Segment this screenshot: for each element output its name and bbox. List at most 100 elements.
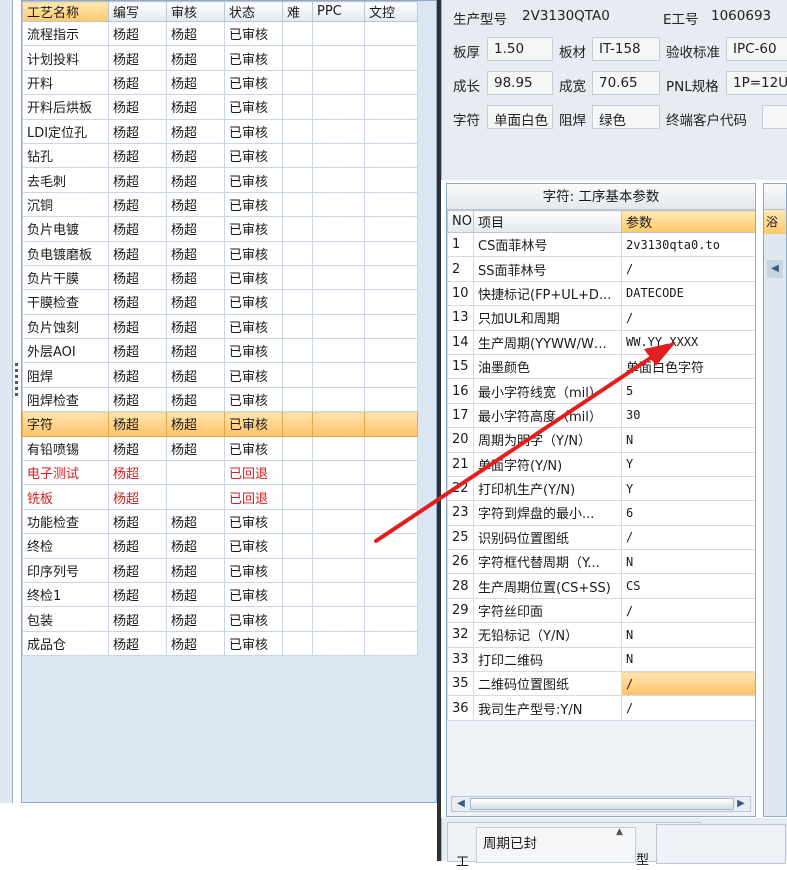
param-no-cell[interactable]: 26 <box>447 549 474 575</box>
param-item-cell[interactable]: 油墨颜色 <box>473 353 622 380</box>
difficulty-cell[interactable] <box>282 557 313 583</box>
process-row[interactable]: 开料 杨超 杨超 已审核 <box>22 69 418 96</box>
process-name-cell[interactable]: 功能检查 <box>22 508 109 535</box>
status-cell[interactable]: 已审核 <box>224 435 283 462</box>
process-name-cell[interactable]: LDI定位孔 <box>22 118 109 144</box>
param-no-cell[interactable]: 15 <box>447 353 474 380</box>
difficulty-cell[interactable] <box>282 630 313 657</box>
param-item-cell[interactable]: 单面字符(Y/N) <box>473 451 622 477</box>
doc-control-cell[interactable] <box>364 411 418 437</box>
difficulty-cell[interactable] <box>282 118 313 144</box>
process-name-cell[interactable]: 字符 <box>22 411 109 437</box>
process-row[interactable]: 开料后烘板 杨超 杨超 已审核 <box>22 94 418 120</box>
doc-control-cell[interactable] <box>364 533 418 559</box>
status-cell[interactable]: 已审核 <box>224 630 283 657</box>
parameter-row[interactable]: 29 字符丝印面 / <box>447 597 755 624</box>
parameter-row[interactable]: 36 我司生产型号:Y/N / <box>447 695 755 721</box>
param-no-cell[interactable]: 36 <box>447 695 474 721</box>
difficulty-cell[interactable] <box>282 313 313 340</box>
reviewer-cell[interactable]: 杨超 <box>166 435 225 462</box>
reviewer-cell[interactable]: 杨超 <box>166 216 225 242</box>
author-cell[interactable]: 杨超 <box>108 484 167 510</box>
difficulty-cell[interactable] <box>282 216 313 242</box>
grow-field[interactable]: 98.95 <box>487 71 553 95</box>
ppc-cell[interactable] <box>312 581 365 608</box>
param-value-cell[interactable]: Y <box>621 475 755 502</box>
status-cell[interactable]: 已审核 <box>224 338 283 364</box>
status-cell[interactable]: 已审核 <box>224 313 283 340</box>
char-field[interactable]: 单面白色 <box>487 105 553 129</box>
param-no-cell[interactable]: 25 <box>447 524 474 551</box>
doc-control-cell[interactable] <box>364 435 418 462</box>
author-cell[interactable]: 杨超 <box>108 45 167 71</box>
param-no-cell[interactable]: 22 <box>447 475 474 502</box>
param-item-cell[interactable]: 我司生产型号:Y/N <box>473 695 622 721</box>
author-cell[interactable]: 杨超 <box>108 460 167 486</box>
param-no-cell[interactable]: 21 <box>447 451 474 477</box>
parameter-row[interactable]: 26 字符框代替周期（Y... N <box>447 549 755 575</box>
doc-control-cell[interactable] <box>364 264 418 291</box>
process-row[interactable]: 铣板 杨超 已回退 <box>22 484 418 510</box>
param-value-cell[interactable]: 30 <box>621 402 755 429</box>
ppc-cell[interactable] <box>312 118 365 144</box>
parameter-row[interactable]: 35 二维码位置图纸 / <box>447 671 755 697</box>
param-no-cell[interactable]: 23 <box>447 500 474 526</box>
difficulty-cell[interactable] <box>282 435 313 462</box>
param-value-cell[interactable]: 6 <box>621 500 755 526</box>
author-cell[interactable]: 杨超 <box>108 216 167 242</box>
doc-control-cell[interactable] <box>364 484 418 510</box>
process-name-cell[interactable]: 阻焊检查 <box>22 386 109 413</box>
doc-control-cell[interactable] <box>364 167 418 193</box>
memo-scroll-up-icon[interactable]: ▲ <box>616 827 623 837</box>
reviewer-cell[interactable]: 杨超 <box>166 167 225 193</box>
param-item-cell[interactable]: 字符到焊盘的最小... <box>473 500 622 526</box>
reviewer-cell[interactable]: 杨超 <box>166 240 225 266</box>
difficulty-cell[interactable] <box>282 69 313 96</box>
col-header-difficulty[interactable]: 难 <box>282 1 313 22</box>
doc-control-cell[interactable] <box>364 313 418 340</box>
ppc-cell[interactable] <box>312 386 365 413</box>
param-item-cell[interactable]: 生产周期(YYWW/WWYY) <box>473 329 622 355</box>
process-row[interactable]: 负片蚀刻 杨超 杨超 已审核 <box>22 313 418 340</box>
process-row[interactable]: 功能检查 杨超 杨超 已审核 <box>22 508 418 535</box>
difficulty-cell[interactable] <box>282 508 313 535</box>
param-item-cell[interactable]: 打印机生产(Y/N) <box>473 475 622 502</box>
process-name-cell[interactable]: 开料 <box>22 69 109 96</box>
doc-control-cell[interactable] <box>364 20 418 47</box>
author-cell[interactable]: 杨超 <box>108 508 167 535</box>
col-header-author[interactable]: 编写 <box>108 1 167 22</box>
param-no-cell[interactable]: 13 <box>447 305 474 331</box>
difficulty-cell[interactable] <box>282 240 313 266</box>
status-cell[interactable]: 已审核 <box>224 167 283 193</box>
status-cell[interactable]: 已审核 <box>224 216 283 242</box>
reviewer-cell[interactable]: 杨超 <box>166 264 225 291</box>
status-cell[interactable]: 已审核 <box>224 240 283 266</box>
param-no-cell[interactable]: 33 <box>447 646 474 673</box>
process-name-cell[interactable]: 流程指示 <box>22 20 109 47</box>
difficulty-cell[interactable] <box>282 338 313 364</box>
author-cell[interactable]: 杨超 <box>108 313 167 340</box>
ppc-cell[interactable] <box>312 167 365 193</box>
doc-control-cell[interactable] <box>364 508 418 535</box>
parameter-row[interactable]: 28 生产周期位置(CS+SS) CS <box>447 573 755 599</box>
ppc-cell[interactable] <box>312 606 365 632</box>
param-value-cell[interactable]: / <box>621 256 755 282</box>
author-cell[interactable]: 杨超 <box>108 20 167 47</box>
status-cell[interactable]: 已审核 <box>224 386 283 413</box>
process-row[interactable]: 外层AOI 杨超 杨超 已审核 <box>22 338 418 364</box>
param-item-cell[interactable]: 最小字符高度（mil） <box>473 402 622 429</box>
reviewer-cell[interactable]: 杨超 <box>166 313 225 340</box>
process-row[interactable]: LDI定位孔 杨超 杨超 已审核 <box>22 118 418 144</box>
author-cell[interactable]: 杨超 <box>108 606 167 632</box>
process-name-cell[interactable]: 外层AOI <box>22 338 109 364</box>
process-row[interactable]: 包装 杨超 杨超 已审核 <box>22 606 418 632</box>
parameter-row[interactable]: 14 生产周期(YYWW/WWYY) WW.YY.XXXX <box>447 329 755 355</box>
doc-control-cell[interactable] <box>364 338 418 364</box>
param-value-cell[interactable]: 2v3130qta0.to <box>621 231 755 258</box>
param-item-cell[interactable]: 打印二维码 <box>473 646 622 673</box>
reviewer-cell[interactable]: 杨超 <box>166 69 225 96</box>
process-name-cell[interactable]: 终检1 <box>22 581 109 608</box>
ppc-cell[interactable] <box>312 557 365 583</box>
eno-field[interactable]: 1060693 <box>705 5 787 29</box>
side-scroll-left-icon[interactable]: ◀ <box>767 260 783 278</box>
